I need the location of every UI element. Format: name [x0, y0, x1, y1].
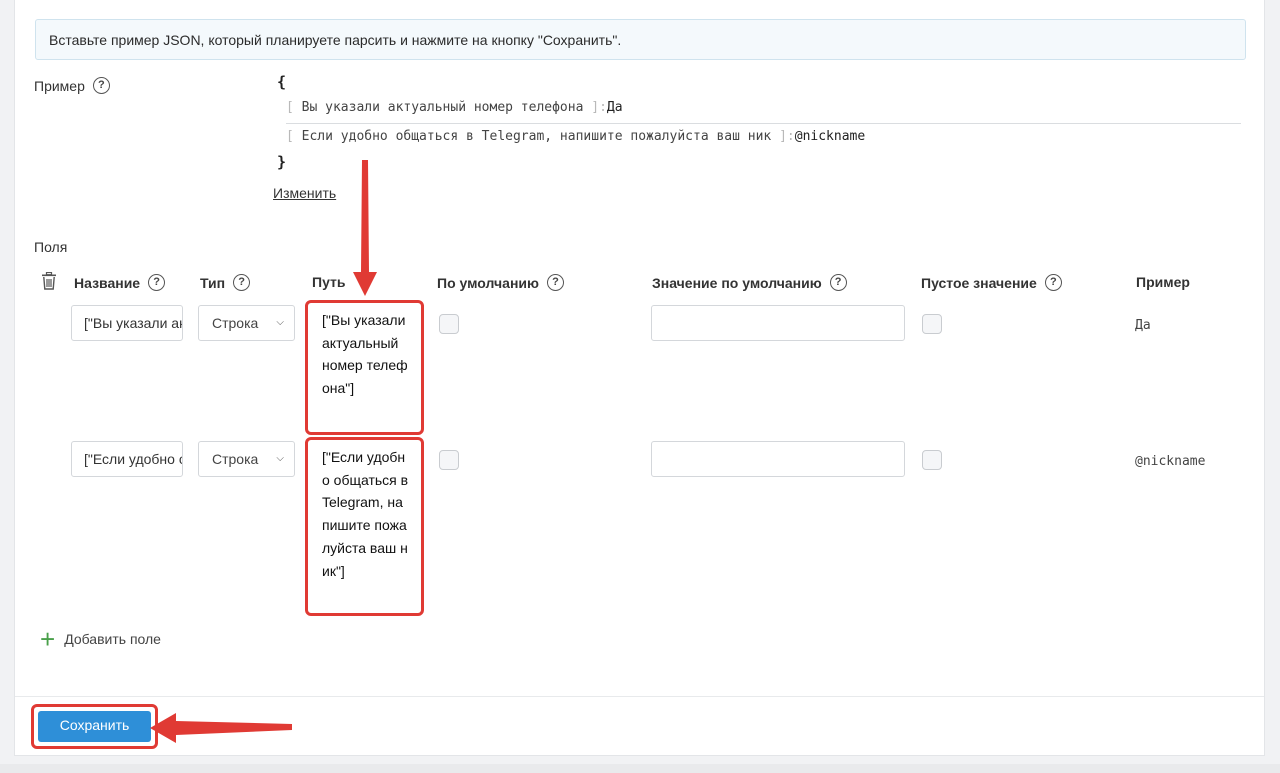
header-path: Путь	[312, 274, 346, 290]
field-type-select[interactable]: Строка ⌵	[198, 441, 295, 477]
chevron-down-icon: ⌵	[276, 317, 284, 328]
field-example-value: Да	[1135, 318, 1151, 333]
header-example: Пример	[1136, 274, 1190, 290]
json-divider	[286, 123, 1241, 124]
json-key: Вы указали актуальный номер телефона	[301, 100, 584, 115]
fields-title: Поля	[34, 239, 68, 255]
footer-divider	[15, 696, 1264, 697]
json-line: [ Если удобно общаться в Telegram, напиш…	[286, 129, 866, 144]
header-default-value: Значение по умолчанию ?	[652, 274, 847, 291]
help-icon[interactable]: ?	[148, 274, 166, 291]
json-close-brace: }	[277, 153, 287, 171]
default-checkbox[interactable]	[439, 450, 459, 470]
save-highlight: Сохранить	[31, 704, 158, 749]
trash-icon[interactable]	[41, 271, 57, 295]
json-value: Да	[606, 100, 623, 115]
field-example-value: @nickname	[1135, 454, 1206, 469]
header-empty-value: Пустое значение ?	[921, 274, 1062, 291]
default-checkbox[interactable]	[439, 314, 459, 334]
help-icon[interactable]: ?	[233, 274, 251, 291]
edit-link[interactable]: Изменить	[273, 185, 336, 201]
form-card: Вставьте пример JSON, который планируете…	[14, 0, 1265, 756]
empty-value-checkbox[interactable]	[922, 314, 942, 334]
help-icon[interactable]: ?	[829, 274, 847, 291]
help-icon[interactable]: ?	[546, 274, 564, 291]
header-type: Тип ?	[200, 274, 251, 291]
info-banner: Вставьте пример JSON, который планируете…	[35, 19, 1246, 60]
field-name-input[interactable]: ["Если удобно общаться в Telegram, напиш…	[71, 441, 183, 477]
json-open-brace: {	[277, 73, 287, 91]
page-bottom-strip	[0, 764, 1280, 773]
field-type-select[interactable]: Строка ⌵	[198, 305, 295, 341]
field-path: ["Если удобно общаться в Telegram, напиш…	[305, 437, 424, 616]
example-label: Пример ?	[34, 77, 110, 94]
json-key: Если удобно общаться в Telegram, напишит…	[301, 129, 772, 144]
save-button[interactable]: Сохранить	[38, 711, 151, 742]
empty-value-checkbox[interactable]	[922, 450, 942, 470]
default-value-input[interactable]	[651, 305, 905, 341]
header-name: Название ?	[74, 274, 166, 291]
field-name-input[interactable]: ["Вы указали актуальный номер телефона"]	[71, 305, 183, 341]
header-default: По умолчанию ?	[437, 274, 564, 291]
field-path: ["Вы указали актуальный номер телефона"]	[305, 300, 424, 435]
help-icon[interactable]: ?	[92, 77, 110, 94]
add-field-label: Добавить поле	[64, 631, 161, 647]
json-value: @nickname	[794, 129, 866, 144]
add-field-button[interactable]: + Добавить поле	[40, 624, 161, 654]
help-icon[interactable]: ?	[1044, 274, 1062, 291]
default-value-input[interactable]	[651, 441, 905, 477]
plus-icon: +	[40, 624, 56, 654]
json-line: [ Вы указали актуальный номер телефона ]…	[286, 100, 623, 115]
example-label-text: Пример	[34, 77, 85, 94]
chevron-down-icon: ⌵	[276, 453, 284, 464]
